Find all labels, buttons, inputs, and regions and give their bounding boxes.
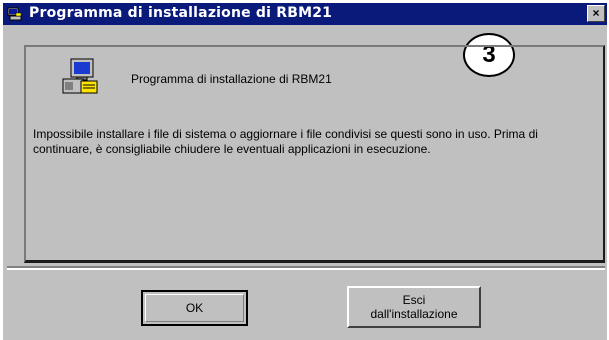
setup-computer-icon bbox=[61, 57, 101, 97]
close-button[interactable]: × bbox=[587, 5, 605, 22]
exit-button-label-line2: dall'installazione bbox=[370, 307, 458, 321]
window-title: Programma di installazione di RBM21 bbox=[29, 5, 333, 21]
message-panel: Programma di installazione di RBM21 Impo… bbox=[24, 45, 605, 263]
setup-computer-icon bbox=[7, 6, 23, 22]
exit-setup-button[interactable]: Esci dall'installazione bbox=[347, 286, 481, 328]
close-icon: × bbox=[592, 6, 600, 20]
warning-message: Impossibile installare i file di sistema… bbox=[33, 127, 538, 156]
separator-line bbox=[7, 266, 605, 270]
exit-button-label-line1: Esci bbox=[402, 293, 426, 307]
ok-button-label: OK bbox=[185, 301, 204, 315]
ok-button[interactable]: OK bbox=[141, 290, 248, 326]
dialog-header: Programma di installazione di RBM21 bbox=[131, 72, 332, 86]
setup-dialog-window: Programma di installazione di RBM21 × 3 … bbox=[3, 3, 607, 340]
title-bar[interactable]: Programma di installazione di RBM21 × bbox=[3, 3, 607, 25]
